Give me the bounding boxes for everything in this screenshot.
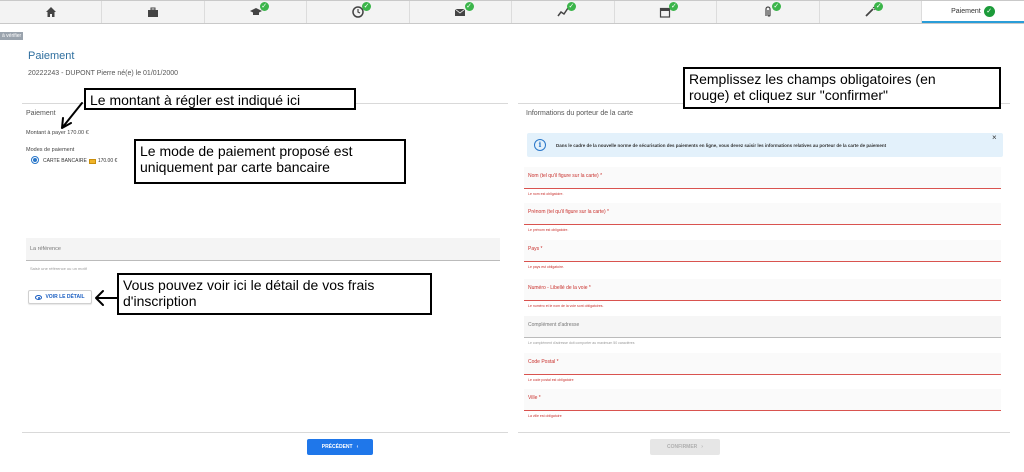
callout-fee-detail: Vous pouvez voir ici le détail de vos fr… xyxy=(117,273,432,315)
street-input[interactable]: Numéro - Libellé de la voie * xyxy=(524,279,1001,301)
callout-amount: Le montant à régler est indiqué ici xyxy=(84,88,356,110)
field-label: Complément d'adresse xyxy=(528,322,580,328)
briefcase-icon xyxy=(148,7,159,17)
card-payment-option[interactable]: CARTE BANCAIRE 170.00 € xyxy=(43,158,117,164)
step-schedule[interactable]: ✓ xyxy=(307,1,410,23)
field-hint: Le numéro et le nom de la voie sont obli… xyxy=(528,304,604,308)
info-banner-text: Dans le cadre de la nouvelle norme de sé… xyxy=(556,143,887,148)
field-label: Prénom (tel qu'il figure sur la carte) * xyxy=(528,209,609,215)
confirm-button[interactable]: CONFIRMER › xyxy=(650,439,720,455)
card-payment-label: CARTE BANCAIRE xyxy=(43,158,87,164)
step-studies[interactable]: ✓ xyxy=(205,1,308,23)
step-home[interactable] xyxy=(0,1,103,23)
page-title: Paiement xyxy=(28,50,75,62)
field-label: Ville * xyxy=(528,395,541,401)
step-payment-label: Paiement xyxy=(951,7,981,15)
city-input[interactable]: Ville * xyxy=(524,389,1001,411)
field-hint: Le prénom est obligatoire. xyxy=(528,228,569,232)
field-label: Code Postal * xyxy=(528,359,559,365)
reference-label: La référence xyxy=(30,246,61,252)
step-results[interactable]: ✓ xyxy=(512,1,615,23)
callout-amount-text: Le montant à régler est indiqué ici xyxy=(90,92,301,108)
credit-card-icon xyxy=(88,158,96,164)
progress-stepper: ✓ ✓ ✓ ✓ ✓ ✓ ✓ Paiement ✓ xyxy=(0,0,1024,24)
field-hint: Le nom est obligatoire. xyxy=(528,192,564,196)
verify-badge: à vérifier xyxy=(0,32,24,40)
chevron-right-icon: › xyxy=(701,444,703,450)
first-name-input[interactable]: Prénom (tel qu'il figure sur la carte) * xyxy=(524,203,1001,225)
step-contact[interactable]: ✓ xyxy=(410,1,513,23)
step-done-check-icon: ✓ xyxy=(669,2,679,11)
callout-detail-line2: d'inscription xyxy=(123,293,197,309)
step-done-check-icon: ✓ xyxy=(362,2,372,11)
field-hint: Le code postal est obligatoire xyxy=(528,378,574,382)
previous-button[interactable]: PRÉCÉDENT ‹ xyxy=(307,439,373,455)
step-done-check-icon: ✓ xyxy=(259,2,269,11)
previous-label: PRÉCÉDENT xyxy=(321,444,353,450)
step-done-check-icon: ✓ xyxy=(771,2,781,11)
step-done-check-icon: ✓ xyxy=(874,2,884,11)
address-complement-input[interactable]: Complément d'adresse xyxy=(524,316,1001,338)
student-identity: 20222243 - DUPONT Pierre né(e) le 01/01/… xyxy=(28,70,179,77)
radio-dot xyxy=(33,158,37,162)
close-icon[interactable]: × xyxy=(992,133,997,142)
postal-code-input[interactable]: Code Postal * xyxy=(524,353,1001,375)
step-payment[interactable]: Paiement ✓ xyxy=(921,1,1024,23)
confirm-label: CONFIRMER xyxy=(667,444,698,450)
callout-fields-line2: rouge) et cliquez sur "confirmer" xyxy=(689,87,889,103)
step-done-check-icon: ✓ xyxy=(566,2,576,11)
callout-payment-mode: Le mode de paiement proposé est uniqueme… xyxy=(134,139,406,184)
step-calendar[interactable]: ✓ xyxy=(615,1,718,23)
step-documents[interactable]: ✓ xyxy=(717,1,820,23)
home-icon xyxy=(45,7,56,17)
payment-modes-heading: Modes de paiement xyxy=(26,147,75,153)
callout-fields-line1: Remplissez les champs obligatoires (en xyxy=(689,71,936,87)
reference-hint: Saisir une référence ou un motif xyxy=(30,266,87,271)
callout-mode-line1: Le mode de paiement proposé est xyxy=(140,143,353,159)
view-detail-label: VOIR LE DÉTAIL xyxy=(45,294,85,300)
last-name-input[interactable]: Nom (tel qu'il figure sur la carte) * xyxy=(524,167,1001,189)
field-label: Nom (tel qu'il figure sur la carte) * xyxy=(528,173,603,179)
card-holder-heading: Informations du porteur de la carte xyxy=(526,110,634,117)
callout-mode-line2: uniquement par carte bancaire xyxy=(140,159,330,175)
step-finalize[interactable]: ✓ xyxy=(820,1,922,23)
callout-required-fields: Remplissez les champs obligatoires (en r… xyxy=(683,67,1001,109)
card-payment-radio[interactable] xyxy=(31,156,39,164)
chevron-left-icon: ‹ xyxy=(356,444,359,450)
eye-icon xyxy=(35,294,43,300)
amount-to-pay: Montant à payer 170.00 € xyxy=(26,130,89,136)
card-payment-amount: 170.00 € xyxy=(97,158,118,164)
field-hint: La ville est obligatoire xyxy=(528,414,562,418)
info-icon: i xyxy=(534,139,546,151)
field-label: Pays * xyxy=(528,246,543,252)
step-general[interactable] xyxy=(102,1,205,23)
view-detail-button[interactable]: VOIR LE DÉTAIL xyxy=(28,290,92,304)
payment-heading: Paiement xyxy=(26,110,56,117)
step-done-check-icon: ✓ xyxy=(983,5,995,17)
field-hint: Le pays est obligatoire. xyxy=(528,265,564,269)
step-done-check-icon: ✓ xyxy=(464,2,474,11)
callout-detail-line1: Vous pouvez voir ici le détail de vos fr… xyxy=(123,277,375,293)
country-input[interactable]: Pays * xyxy=(524,240,1001,262)
field-label: Numéro - Libellé de la voie * xyxy=(528,285,591,291)
field-hint: Le complément d'adresse doit comporter a… xyxy=(528,341,635,345)
reference-input[interactable]: La référence xyxy=(26,238,500,261)
